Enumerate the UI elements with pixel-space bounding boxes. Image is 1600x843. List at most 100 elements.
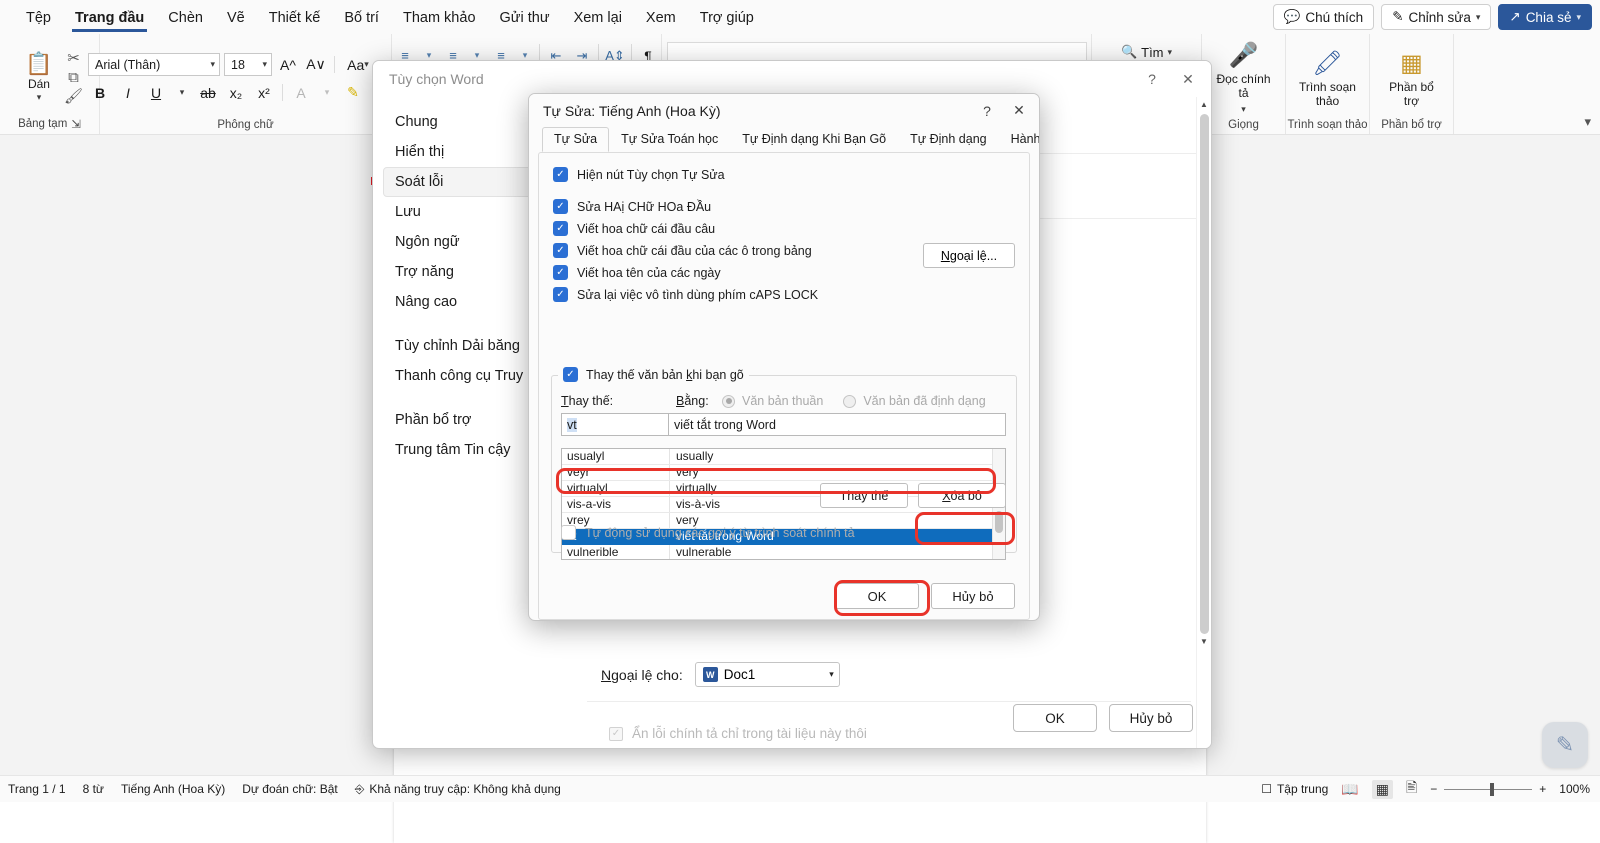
ribbon-tab-bar: Tệp Trang đầu Chèn Vẽ Thiết kế Bố trí Th…: [0, 0, 1600, 34]
hide-spelling-checkbox[interactable]: ✓ Ẩn lỗi chính tả chỉ trong tài liệu này…: [609, 726, 877, 741]
with-input[interactable]: viết tắt trong Word: [669, 413, 1006, 436]
copy-icon[interactable]: ⧉: [68, 69, 79, 86]
text-highlight-button[interactable]: ✎: [341, 81, 365, 104]
checkbox-icon: ✓: [553, 199, 568, 214]
text-prediction-status[interactable]: Dự đoán chữ: Bật: [242, 782, 337, 796]
word-options-scrollbar[interactable]: ▲ ▼: [1196, 97, 1211, 748]
font-size-combo[interactable]: 18 ▾: [224, 53, 272, 76]
tab-view[interactable]: Xem: [634, 6, 688, 29]
print-layout-icon[interactable]: ▦: [1371, 779, 1393, 799]
zoom-slider[interactable]: − +: [1430, 782, 1546, 796]
help-icon[interactable]: ?: [971, 98, 1003, 123]
zoom-level[interactable]: 100%: [1559, 782, 1590, 796]
exceptions-button[interactable]: Ngoại lệ...: [923, 243, 1015, 268]
focus-mode-button[interactable]: ☐ Tập trung: [1261, 782, 1328, 796]
italic-button[interactable]: I: [116, 81, 140, 104]
correct-two-initial-capitals-checkbox[interactable]: ✓ Sửa HAị CHữ HOa ĐẦu: [553, 199, 1015, 214]
text-effects-chevron-icon[interactable]: ▾: [317, 81, 337, 104]
shrink-font-button[interactable]: A∨: [304, 53, 328, 76]
tab-draw[interactable]: Vẽ: [215, 6, 257, 29]
font-name-combo[interactable]: Arial (Thân) ▾: [88, 53, 220, 76]
close-icon[interactable]: ✕: [1003, 98, 1035, 123]
close-icon[interactable]: ✕: [1171, 66, 1205, 92]
bold-button[interactable]: B: [88, 81, 112, 104]
tab-file[interactable]: Tệp: [14, 6, 63, 29]
editing-button[interactable]: ✎ Chỉnh sửa ▾: [1381, 4, 1492, 30]
delete-button[interactable]: Xóa bỏ: [918, 483, 1006, 508]
word-options-ok-button[interactable]: OK: [1013, 704, 1097, 732]
replace-text-as-you-type-checkbox[interactable]: ✓ Thay thế văn bản khi bạn gõ: [558, 367, 749, 382]
tab-design[interactable]: Thiết kế: [257, 6, 333, 29]
radio-formatted-text[interactable]: [843, 394, 857, 408]
editor-button[interactable]: 🖍 Trình soạn thảo: [1297, 50, 1359, 108]
tab-math-autocorrect[interactable]: Tự Sửa Toán học: [609, 127, 730, 152]
list-item[interactable]: veyr very: [562, 465, 992, 481]
format-painter-icon[interactable]: 🖌: [64, 88, 83, 105]
underline-button[interactable]: U: [144, 81, 168, 104]
zoom-handle[interactable]: [1490, 782, 1495, 796]
tab-home[interactable]: Trang đầu: [63, 6, 156, 32]
chevron-down-icon[interactable]: ▾: [210, 59, 215, 70]
auto-suggest-checkbox[interactable]: ✓ Tự động sử dụng các gợi ý từ trình soá…: [561, 525, 855, 540]
word-count[interactable]: 8 từ: [83, 782, 104, 796]
chevron-down-icon[interactable]: ▾: [1168, 47, 1173, 58]
pen-tool-badge[interactable]: ✎: [1542, 722, 1588, 768]
scroll-up-icon[interactable]: ▲: [1200, 97, 1208, 112]
tab-autoformat[interactable]: Tự Định dạng: [898, 127, 998, 152]
radio-plain-text[interactable]: [722, 394, 735, 408]
tab-autocorrect[interactable]: Tự Sửa: [542, 127, 610, 152]
find-button[interactable]: 🔍 Tìm ▾: [1121, 44, 1172, 60]
accessibility-status[interactable]: ⎆ Khả năng truy cập: Không khả dụng: [355, 782, 561, 797]
chevron-down-icon[interactable]: ▾: [829, 669, 834, 680]
word-options-cancel-button[interactable]: Hủy bỏ: [1109, 704, 1193, 732]
grow-font-button[interactable]: A^: [276, 53, 300, 76]
replace-button[interactable]: Thay thế: [820, 483, 908, 508]
superscript-button[interactable]: x²: [252, 81, 276, 104]
change-case-button[interactable]: Aa ▾: [341, 53, 375, 76]
correct-caps-lock-checkbox[interactable]: ✓ Sửa lại việc vô tình dùng phím cAPS LO…: [553, 287, 1015, 302]
page-count[interactable]: Trang 1 / 1: [8, 782, 66, 796]
dialog-launcher-icon[interactable]: ⇲: [71, 117, 81, 131]
ribbon-group-voice: 🎤 Đọc chính tả ▾ Giọng: [1202, 34, 1286, 134]
addins-button[interactable]: ▦ Phần bổ trợ: [1381, 50, 1443, 108]
list-item[interactable]: vulnerible vulnerable: [562, 545, 992, 559]
underline-chevron-icon[interactable]: ▾: [172, 81, 192, 104]
chevron-down-icon[interactable]: ▾: [37, 92, 42, 103]
chevron-down-icon[interactable]: ▾: [1241, 102, 1246, 116]
zoom-in-icon[interactable]: +: [1539, 782, 1546, 796]
scrollbar-thumb[interactable]: [995, 511, 1003, 533]
exceptions-doc-combo[interactable]: W Doc1 ▾: [694, 662, 840, 687]
ribbon-group-label-addins: Phần bổ trợ: [1381, 119, 1442, 131]
tab-references[interactable]: Tham khảo: [391, 6, 488, 29]
collapse-ribbon-icon[interactable]: ▾: [1584, 114, 1591, 130]
tab-layout[interactable]: Bố trí: [332, 6, 391, 29]
comment-button[interactable]: 💬 Chú thích: [1272, 4, 1375, 30]
autocorrect-cancel-button[interactable]: Hủy bỏ: [931, 583, 1015, 609]
capitalize-first-letter-sentences-checkbox[interactable]: ✓ Viết hoa chữ cái đầu câu: [553, 221, 1015, 236]
subscript-button[interactable]: x₂: [224, 81, 248, 104]
zoom-out-icon[interactable]: −: [1430, 782, 1437, 796]
tab-help[interactable]: Trợ giúp: [688, 6, 766, 29]
dictate-button[interactable]: 🎤 Đọc chính tả ▾: [1213, 42, 1275, 116]
web-layout-icon[interactable]: 🖹: [1406, 777, 1417, 801]
tab-autoformat-as-you-type[interactable]: Tự Định dạng Khi Bạn Gõ: [730, 127, 898, 152]
paste-button[interactable]: 📋 Dán ▾: [16, 52, 62, 103]
share-button[interactable]: ↗ Chia sẻ ▾: [1498, 4, 1592, 30]
text-effects-button[interactable]: A: [289, 81, 313, 104]
scroll-down-icon[interactable]: ▼: [1200, 634, 1208, 649]
tab-mailings[interactable]: Gửi thư: [488, 6, 562, 29]
show-autocorrect-options-checkbox[interactable]: ✓ Hiện nút Tùy chọn Tự Sửa: [553, 167, 1015, 182]
read-mode-icon[interactable]: 📖: [1341, 781, 1358, 798]
tab-insert[interactable]: Chèn: [156, 6, 215, 29]
scrollbar-thumb[interactable]: [1199, 114, 1209, 634]
tab-actions[interactable]: Hành động: [999, 127, 1039, 152]
language-indicator[interactable]: Tiếng Anh (Hoa Kỳ): [121, 782, 225, 796]
list-item[interactable]: usualyl usually: [562, 449, 992, 465]
help-icon[interactable]: ?: [1135, 66, 1169, 92]
tab-review[interactable]: Xem lại: [562, 6, 634, 29]
replace-input[interactable]: vt: [561, 413, 669, 436]
strikethrough-button[interactable]: ab: [196, 81, 220, 104]
chevron-down-icon[interactable]: ▾: [262, 59, 267, 70]
autocorrect-ok-button[interactable]: OK: [835, 583, 919, 609]
cut-icon[interactable]: ✂: [67, 50, 80, 67]
